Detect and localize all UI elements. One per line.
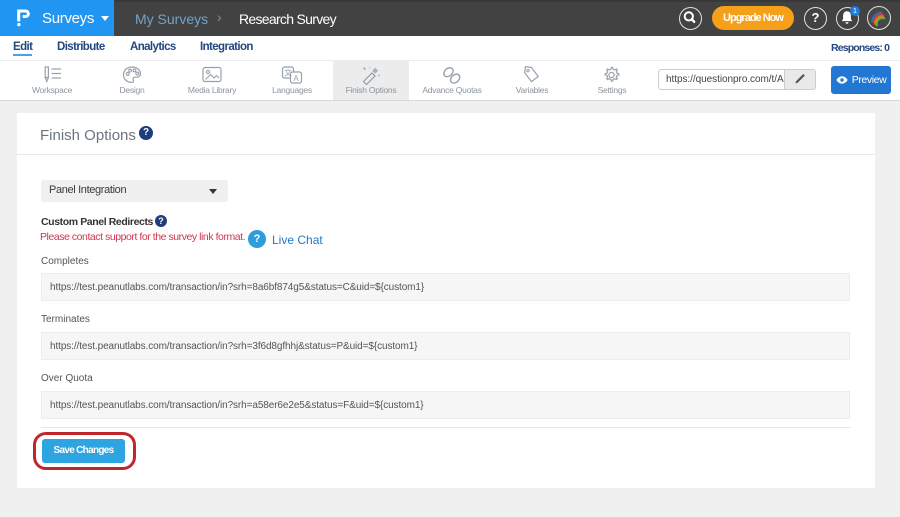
svg-text:A: A: [293, 74, 299, 83]
svg-text:文: 文: [284, 68, 292, 78]
